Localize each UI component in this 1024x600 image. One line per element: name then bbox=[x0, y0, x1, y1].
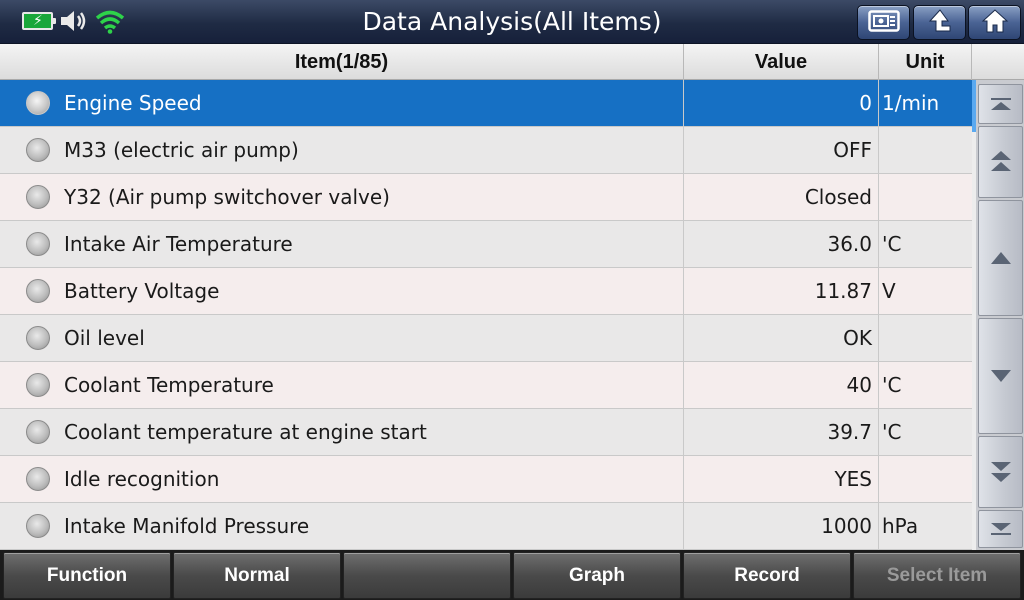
table-row[interactable]: Coolant temperature at engine start 39.7… bbox=[0, 409, 972, 456]
item-unit bbox=[879, 315, 972, 361]
table-row[interactable]: M33 (electric air pump) OFF bbox=[0, 127, 972, 174]
home-icon bbox=[981, 8, 1009, 38]
item-name: Intake Air Temperature bbox=[0, 221, 684, 267]
table-row[interactable]: Idle recognition YES bbox=[0, 456, 972, 503]
select-item-button[interactable]: Select Item bbox=[853, 552, 1021, 599]
line-up-icon bbox=[990, 252, 1011, 264]
item-name: Engine Speed bbox=[0, 80, 684, 126]
item-unit: V bbox=[882, 279, 896, 303]
item-name: Coolant Temperature bbox=[0, 362, 684, 408]
item-unit: 'C bbox=[882, 373, 902, 397]
item-value: 39.7 bbox=[684, 409, 879, 455]
line-up-button[interactable] bbox=[978, 200, 1023, 316]
title-bar: ⚡ Data Analysis(All Items) bbox=[0, 0, 1024, 44]
item-value: YES bbox=[684, 456, 879, 502]
item-unit bbox=[879, 127, 972, 173]
table-row[interactable]: Intake Manifold Pressure 1000 hPa bbox=[0, 503, 972, 550]
table-body: Engine Speed 0 1/min M33 (electric air p… bbox=[0, 80, 972, 550]
item-unit bbox=[879, 174, 972, 220]
table-header: Item(1/85) Value Unit bbox=[0, 44, 1024, 80]
graph-button[interactable]: Graph bbox=[513, 552, 681, 599]
normal-button[interactable]: Normal bbox=[173, 552, 341, 599]
scroll-top-icon bbox=[990, 98, 1011, 110]
item-name: M33 (electric air pump) bbox=[0, 127, 684, 173]
scroll-bottom-icon bbox=[990, 523, 1011, 535]
table-row[interactable]: Engine Speed 0 1/min bbox=[0, 80, 972, 127]
item-value: OFF bbox=[684, 127, 879, 173]
table-row[interactable]: Coolant Temperature 40 'C bbox=[0, 362, 972, 409]
home-button[interactable] bbox=[968, 5, 1021, 40]
item-value: 11.87 bbox=[684, 268, 879, 314]
page-down-icon bbox=[990, 462, 1011, 482]
record-button[interactable]: Record bbox=[683, 552, 851, 599]
item-name: Battery Voltage bbox=[0, 268, 684, 314]
data-table: Item(1/85) Value Unit Engine Speed 0 1/m… bbox=[0, 44, 1024, 550]
line-down-icon bbox=[990, 370, 1011, 382]
column-header-item: Item(1/85) bbox=[0, 44, 684, 80]
item-value: 36.0 bbox=[684, 221, 879, 267]
table-row[interactable]: Battery Voltage 11.87 V bbox=[0, 268, 972, 315]
item-value: Closed bbox=[684, 174, 879, 220]
table-row[interactable]: Oil level OK bbox=[0, 315, 972, 362]
item-value: 0 bbox=[684, 80, 879, 126]
item-unit: hPa bbox=[882, 514, 919, 538]
column-header-value: Value bbox=[684, 44, 879, 80]
report-icon bbox=[867, 9, 900, 36]
scroll-panel bbox=[976, 80, 1024, 550]
item-name: Intake Manifold Pressure bbox=[0, 503, 684, 549]
bottom-toolbar: Function Normal Graph Record Select Item bbox=[0, 550, 1024, 600]
item-unit: 1/min bbox=[882, 91, 940, 115]
function-button[interactable]: Function bbox=[3, 552, 171, 599]
column-header-blank bbox=[972, 44, 1024, 80]
blank-button[interactable] bbox=[343, 552, 511, 599]
item-name: Y32 (Air pump switchover valve) bbox=[0, 174, 684, 220]
back-icon bbox=[926, 8, 954, 38]
item-name: Oil level bbox=[0, 315, 684, 361]
back-button[interactable] bbox=[913, 5, 966, 40]
item-value: OK bbox=[684, 315, 879, 361]
scroll-bottom-button[interactable] bbox=[978, 510, 1023, 548]
page-up-icon bbox=[990, 151, 1011, 171]
scroll-top-button[interactable] bbox=[978, 84, 1023, 124]
column-header-unit: Unit bbox=[879, 44, 972, 80]
item-unit: 'C bbox=[882, 420, 902, 444]
item-unit: 'C bbox=[882, 232, 902, 256]
page-down-button[interactable] bbox=[978, 436, 1023, 508]
line-down-button[interactable] bbox=[978, 318, 1023, 434]
item-name: Coolant temperature at engine start bbox=[0, 409, 684, 455]
report-button[interactable] bbox=[857, 5, 910, 40]
item-unit bbox=[879, 456, 972, 502]
item-value: 40 bbox=[684, 362, 879, 408]
item-name: Idle recognition bbox=[0, 456, 684, 502]
page-up-button[interactable] bbox=[978, 126, 1023, 198]
table-row[interactable]: Intake Air Temperature 36.0 'C bbox=[0, 221, 972, 268]
table-row[interactable]: Y32 (Air pump switchover valve) Closed bbox=[0, 174, 972, 221]
item-value: 1000 bbox=[684, 503, 879, 549]
